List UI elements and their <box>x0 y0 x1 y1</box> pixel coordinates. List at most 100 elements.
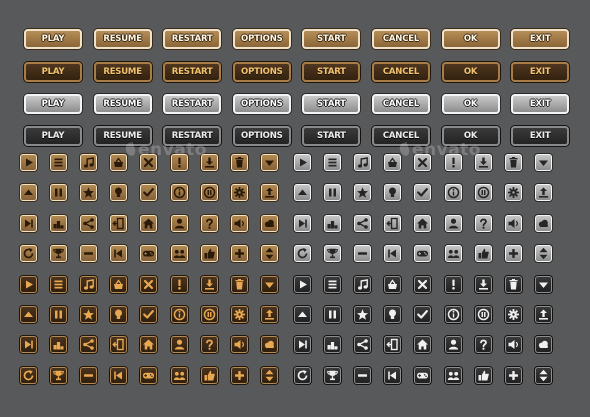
minus-button-black[interactable] <box>353 366 371 384</box>
sound-button-dark-brown[interactable] <box>230 336 248 354</box>
close-button-black[interactable] <box>414 275 432 293</box>
exit-door-button-silver[interactable] <box>384 214 402 232</box>
menu-button-black[interactable] <box>323 275 341 293</box>
star-button-silver[interactable] <box>353 184 371 202</box>
gamepad-button-dark-brown[interactable] <box>140 366 158 384</box>
lightbulb-button-brown[interactable] <box>110 184 128 202</box>
restart-button-dark-brown[interactable] <box>19 366 37 384</box>
cancel-button-brown[interactable]: CANCEL <box>372 29 430 49</box>
pause-circle-button-brown[interactable] <box>200 184 218 202</box>
next-button-black[interactable] <box>293 336 311 354</box>
restart-button-dark-brown[interactable]: RESTART <box>163 62 222 82</box>
info-button-dark-brown[interactable] <box>170 306 188 323</box>
back-button-silver[interactable] <box>384 245 402 263</box>
pause-button-dark-brown[interactable] <box>49 306 67 323</box>
upload-button-silver[interactable] <box>535 184 553 202</box>
plus-button-brown[interactable] <box>230 245 248 263</box>
profile-button-silver[interactable] <box>444 214 462 232</box>
minus-button-silver[interactable] <box>353 245 371 263</box>
next-button-silver[interactable] <box>293 214 311 232</box>
download-button-black[interactable] <box>474 275 492 293</box>
cloud-button-brown[interactable] <box>261 214 279 232</box>
back-button-dark-brown[interactable] <box>110 366 128 384</box>
options-button-brown[interactable]: OPTIONS <box>232 29 291 49</box>
shop-basket-button-black[interactable] <box>384 275 402 293</box>
upload-button-dark-brown[interactable] <box>261 306 279 323</box>
restart-button-black[interactable]: RESTART <box>163 126 222 146</box>
exit-button-black[interactable]: EXIT <box>511 126 570 146</box>
group-button-silver[interactable] <box>444 245 462 263</box>
podium-button-dark-brown[interactable] <box>49 336 67 354</box>
podium-button-silver[interactable] <box>323 214 341 232</box>
resume-button-black[interactable]: RESUME <box>93 126 152 146</box>
cancel-button-dark-brown[interactable]: CANCEL <box>372 62 430 82</box>
menu-button-dark-brown[interactable] <box>49 275 67 293</box>
upload-button-brown[interactable] <box>261 184 279 202</box>
play-button-silver[interactable]: PLAY <box>24 94 82 114</box>
restart-button-black[interactable] <box>293 366 311 384</box>
group-button-dark-brown[interactable] <box>170 366 188 384</box>
group-button-black[interactable] <box>444 366 462 384</box>
pause-button-brown[interactable] <box>49 184 67 202</box>
play-button-black[interactable] <box>293 275 311 293</box>
minus-button-dark-brown[interactable] <box>79 366 97 384</box>
gear-button-dark-brown[interactable] <box>230 306 248 323</box>
question-button-dark-brown[interactable] <box>200 336 218 354</box>
gamepad-button-brown[interactable] <box>140 245 158 263</box>
arrow-up-button-brown[interactable] <box>19 184 37 202</box>
star-button-dark-brown[interactable] <box>79 306 97 323</box>
podium-button-brown[interactable] <box>49 214 67 232</box>
cloud-button-silver[interactable] <box>535 214 553 232</box>
arrow-down-button-silver[interactable] <box>535 154 553 171</box>
resume-button-silver[interactable]: RESUME <box>93 94 152 114</box>
options-button-black[interactable]: OPTIONS <box>232 126 291 146</box>
cloud-button-dark-brown[interactable] <box>261 336 279 354</box>
close-button-dark-brown[interactable] <box>140 275 158 293</box>
arrows-updown-button-black[interactable] <box>535 366 553 384</box>
sound-button-black[interactable] <box>504 336 522 354</box>
cancel-button-silver[interactable]: CANCEL <box>372 94 430 114</box>
ok-button-dark-brown[interactable]: OK <box>441 62 500 82</box>
music-button-brown[interactable] <box>79 154 97 171</box>
restart-button-brown[interactable] <box>19 245 37 263</box>
star-button-brown[interactable] <box>79 184 97 202</box>
restart-button-silver[interactable] <box>293 245 311 263</box>
gear-button-black[interactable] <box>504 306 522 323</box>
minus-button-brown[interactable] <box>79 245 97 263</box>
exit-button-brown[interactable]: EXIT <box>511 29 570 49</box>
trash-button-brown[interactable] <box>230 154 248 171</box>
check-button-black[interactable] <box>414 306 432 323</box>
cancel-button-black[interactable]: CANCEL <box>372 126 430 146</box>
trophy-button-silver[interactable] <box>323 245 341 263</box>
arrow-down-button-brown[interactable] <box>261 154 279 171</box>
ok-button-brown[interactable]: OK <box>441 29 500 49</box>
exit-door-button-brown[interactable] <box>110 214 128 232</box>
options-button-silver[interactable]: OPTIONS <box>232 94 291 114</box>
pause-button-silver[interactable] <box>323 184 341 202</box>
sound-button-brown[interactable] <box>230 214 248 232</box>
share-button-brown[interactable] <box>79 214 97 232</box>
resume-button-brown[interactable]: RESUME <box>93 29 152 49</box>
profile-button-dark-brown[interactable] <box>170 336 188 354</box>
trash-button-silver[interactable] <box>504 154 522 171</box>
next-button-dark-brown[interactable] <box>19 336 37 354</box>
question-button-black[interactable] <box>474 336 492 354</box>
exit-door-button-black[interactable] <box>384 336 402 354</box>
arrow-up-button-silver[interactable] <box>293 184 311 202</box>
start-button-silver[interactable]: START <box>302 94 361 114</box>
gear-button-silver[interactable] <box>504 184 522 202</box>
shop-basket-button-brown[interactable] <box>110 154 128 171</box>
group-button-brown[interactable] <box>170 245 188 263</box>
music-button-dark-brown[interactable] <box>79 275 97 293</box>
pause-button-black[interactable] <box>323 306 341 323</box>
close-button-brown[interactable] <box>140 154 158 171</box>
arrows-updown-button-brown[interactable] <box>261 245 279 263</box>
trophy-button-black[interactable] <box>323 366 341 384</box>
menu-button-silver[interactable] <box>323 154 341 171</box>
plus-button-black[interactable] <box>504 366 522 384</box>
exclamation-button-dark-brown[interactable] <box>170 275 188 293</box>
home-button-black[interactable] <box>414 336 432 354</box>
play-button-dark-brown[interactable] <box>19 275 37 293</box>
pause-circle-button-dark-brown[interactable] <box>200 306 218 323</box>
arrow-up-button-dark-brown[interactable] <box>19 306 37 323</box>
